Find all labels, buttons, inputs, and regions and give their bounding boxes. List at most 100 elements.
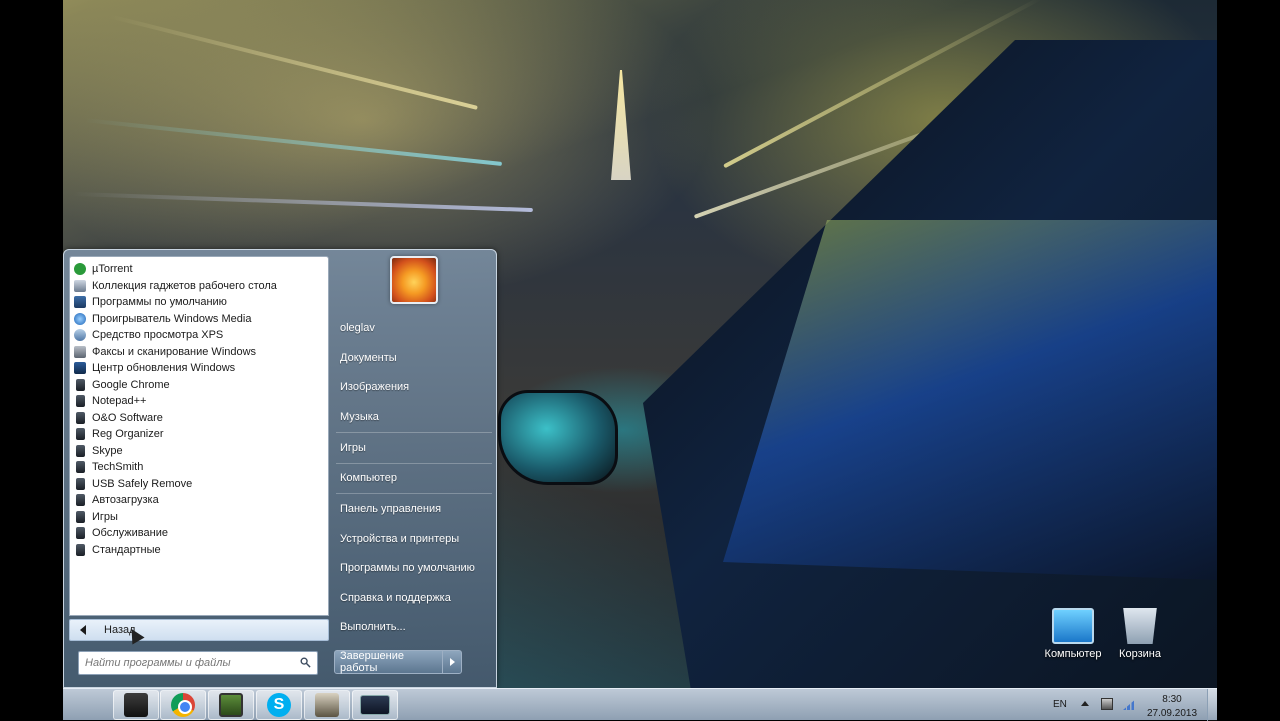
show-hidden-icons-icon[interactable] bbox=[1081, 701, 1089, 706]
taskbar-app-control-panel[interactable] bbox=[352, 690, 398, 720]
back-button[interactable]: Назад bbox=[69, 619, 329, 645]
desktop-icon-computer-label: Компьютер bbox=[1044, 648, 1102, 660]
screen-recorder-icon bbox=[219, 693, 243, 717]
clock[interactable]: 8:30 27.09.2013 bbox=[1145, 693, 1199, 721]
start-item-user-label: oleglav bbox=[340, 322, 375, 334]
taskbar-app-skype[interactable]: S bbox=[256, 690, 302, 720]
utorrent-icon bbox=[74, 263, 86, 276]
start-item-computer[interactable]: Компьютер bbox=[334, 465, 494, 491]
program-label: Skype bbox=[92, 444, 123, 457]
clock-time: 8:30 bbox=[1162, 694, 1182, 705]
start-item-music-label: Музыка bbox=[340, 411, 379, 423]
start-item-games[interactable]: Игры bbox=[334, 435, 494, 461]
folder-item-startup[interactable]: Автозагрузка bbox=[70, 492, 328, 509]
start-item-run-label: Выполнить... bbox=[340, 621, 406, 633]
folder-item-accessories[interactable]: Стандартные bbox=[70, 542, 328, 559]
program-label: Автозагрузка bbox=[92, 494, 159, 507]
control-panel-icon bbox=[360, 695, 390, 715]
separator bbox=[336, 432, 492, 433]
folder-item-google-chrome[interactable]: Google Chrome bbox=[70, 377, 328, 394]
folder-item-maintenance[interactable]: Обслуживание bbox=[70, 525, 328, 542]
taskbar-app-screen-recorder[interactable] bbox=[208, 690, 254, 720]
folder-item-notepadpp[interactable]: Notepad++ bbox=[70, 393, 328, 410]
folder-icon bbox=[76, 543, 85, 556]
desktop-icon-recycle-bin[interactable]: Корзина bbox=[1104, 608, 1176, 660]
folder-icon bbox=[76, 444, 85, 457]
folder-icon bbox=[76, 510, 85, 523]
user-avatar[interactable] bbox=[390, 256, 438, 304]
program-item-xps-viewer[interactable]: Средство просмотра XPS bbox=[70, 327, 328, 344]
default-programs-icon bbox=[74, 296, 86, 309]
program-label: Игры bbox=[92, 510, 118, 523]
start-item-default-programs-label: Программы по умолчанию bbox=[340, 562, 475, 574]
start-item-user[interactable]: oleglav bbox=[334, 315, 494, 341]
show-desktop-button[interactable] bbox=[1207, 689, 1217, 721]
windows-update-icon bbox=[74, 362, 86, 375]
computer-icon bbox=[1052, 608, 1094, 644]
program-item-gadgets[interactable]: Коллекция гаджетов рабочего стола bbox=[70, 278, 328, 295]
folder-item-reg-organizer[interactable]: Reg Organizer bbox=[70, 426, 328, 443]
folder-item-skype[interactable]: Skype bbox=[70, 443, 328, 460]
program-label: USB Safely Remove bbox=[92, 477, 193, 490]
folder-item-oo-software[interactable]: O&O Software bbox=[70, 410, 328, 427]
taskbar: S EN 8:30 27.09.2013 bbox=[63, 688, 1217, 721]
program-label: Средство просмотра XPS bbox=[92, 329, 224, 342]
start-item-documents[interactable]: Документы bbox=[334, 345, 494, 371]
start-item-devices-label: Устройства и принтеры bbox=[340, 533, 460, 545]
signal-icon[interactable] bbox=[1123, 698, 1137, 710]
start-item-default-programs[interactable]: Программы по умолчанию bbox=[334, 555, 494, 581]
shutdown-control: Завершение работы bbox=[334, 650, 462, 674]
start-item-pictures[interactable]: Изображения bbox=[334, 374, 494, 400]
shutdown-button[interactable]: Завершение работы bbox=[335, 650, 443, 674]
shutdown-label: Завершение работы bbox=[340, 650, 404, 674]
search-input[interactable] bbox=[85, 657, 285, 669]
desktop-icon-computer[interactable]: Компьютер bbox=[1037, 608, 1109, 660]
tower-shape bbox=[611, 70, 631, 180]
program-item-media-player[interactable]: Проигрыватель Windows Media bbox=[70, 311, 328, 328]
start-item-pictures-label: Изображения bbox=[340, 381, 410, 393]
folder-item-techsmith[interactable]: TechSmith bbox=[70, 459, 328, 476]
start-item-devices[interactable]: Устройства и принтеры bbox=[334, 526, 494, 552]
screen: Компьютер Корзина µTorrent Коллекция гад… bbox=[0, 0, 1280, 721]
folder-icon bbox=[76, 378, 85, 391]
start-item-documents-label: Документы bbox=[340, 352, 397, 364]
folder-icon bbox=[76, 395, 85, 408]
program-item-fax-scan[interactable]: Факсы и сканирование Windows bbox=[70, 344, 328, 361]
side-mirror-shape bbox=[498, 390, 618, 485]
network-icon[interactable] bbox=[1101, 698, 1113, 710]
search-field[interactable] bbox=[78, 651, 318, 675]
program-label: Программы по умолчанию bbox=[92, 296, 227, 309]
xps-viewer-icon bbox=[74, 329, 86, 342]
start-item-computer-label: Компьютер bbox=[340, 472, 397, 484]
folder-icon bbox=[76, 477, 85, 490]
taskbar-app-utility[interactable] bbox=[304, 690, 350, 720]
start-menu: µTorrent Коллекция гаджетов рабочего сто… bbox=[63, 249, 497, 688]
start-item-games-label: Игры bbox=[340, 442, 366, 454]
program-item-default-programs[interactable]: Программы по умолчанию bbox=[70, 294, 328, 311]
program-label: Факсы и сканирование Windows bbox=[92, 345, 257, 358]
folder-icon bbox=[76, 494, 85, 507]
separator bbox=[336, 463, 492, 464]
taskbar-app-chrome[interactable] bbox=[160, 690, 206, 720]
start-item-control-panel[interactable]: Панель управления bbox=[334, 496, 494, 522]
start-item-music[interactable]: Музыка bbox=[334, 404, 494, 430]
program-item-utorrent[interactable]: µTorrent bbox=[70, 261, 328, 278]
program-label: O&O Software bbox=[92, 411, 163, 424]
search-icon[interactable] bbox=[300, 657, 311, 668]
program-label: Reg Organizer bbox=[92, 428, 164, 441]
folder-item-games[interactable]: Игры bbox=[70, 509, 328, 526]
program-item-windows-update[interactable]: Центр обновления Windows bbox=[70, 360, 328, 377]
program-label: Стандартные bbox=[92, 543, 161, 556]
taskbar-app-files[interactable] bbox=[113, 690, 159, 720]
language-indicator[interactable]: EN bbox=[1053, 699, 1067, 710]
shutdown-options-button[interactable] bbox=[443, 651, 461, 673]
folder-item-usb-safely-remove[interactable]: USB Safely Remove bbox=[70, 476, 328, 493]
folder-icon bbox=[76, 461, 85, 474]
desktop-icon-recycle-bin-label: Корзина bbox=[1119, 648, 1161, 660]
start-item-run[interactable]: Выполнить... bbox=[334, 614, 494, 640]
file-manager-icon bbox=[124, 693, 148, 717]
system-tray: EN 8:30 27.09.2013 bbox=[1047, 689, 1217, 721]
program-label: TechSmith bbox=[92, 461, 144, 474]
fax-icon bbox=[74, 345, 86, 358]
start-item-help[interactable]: Справка и поддержка bbox=[334, 585, 494, 611]
